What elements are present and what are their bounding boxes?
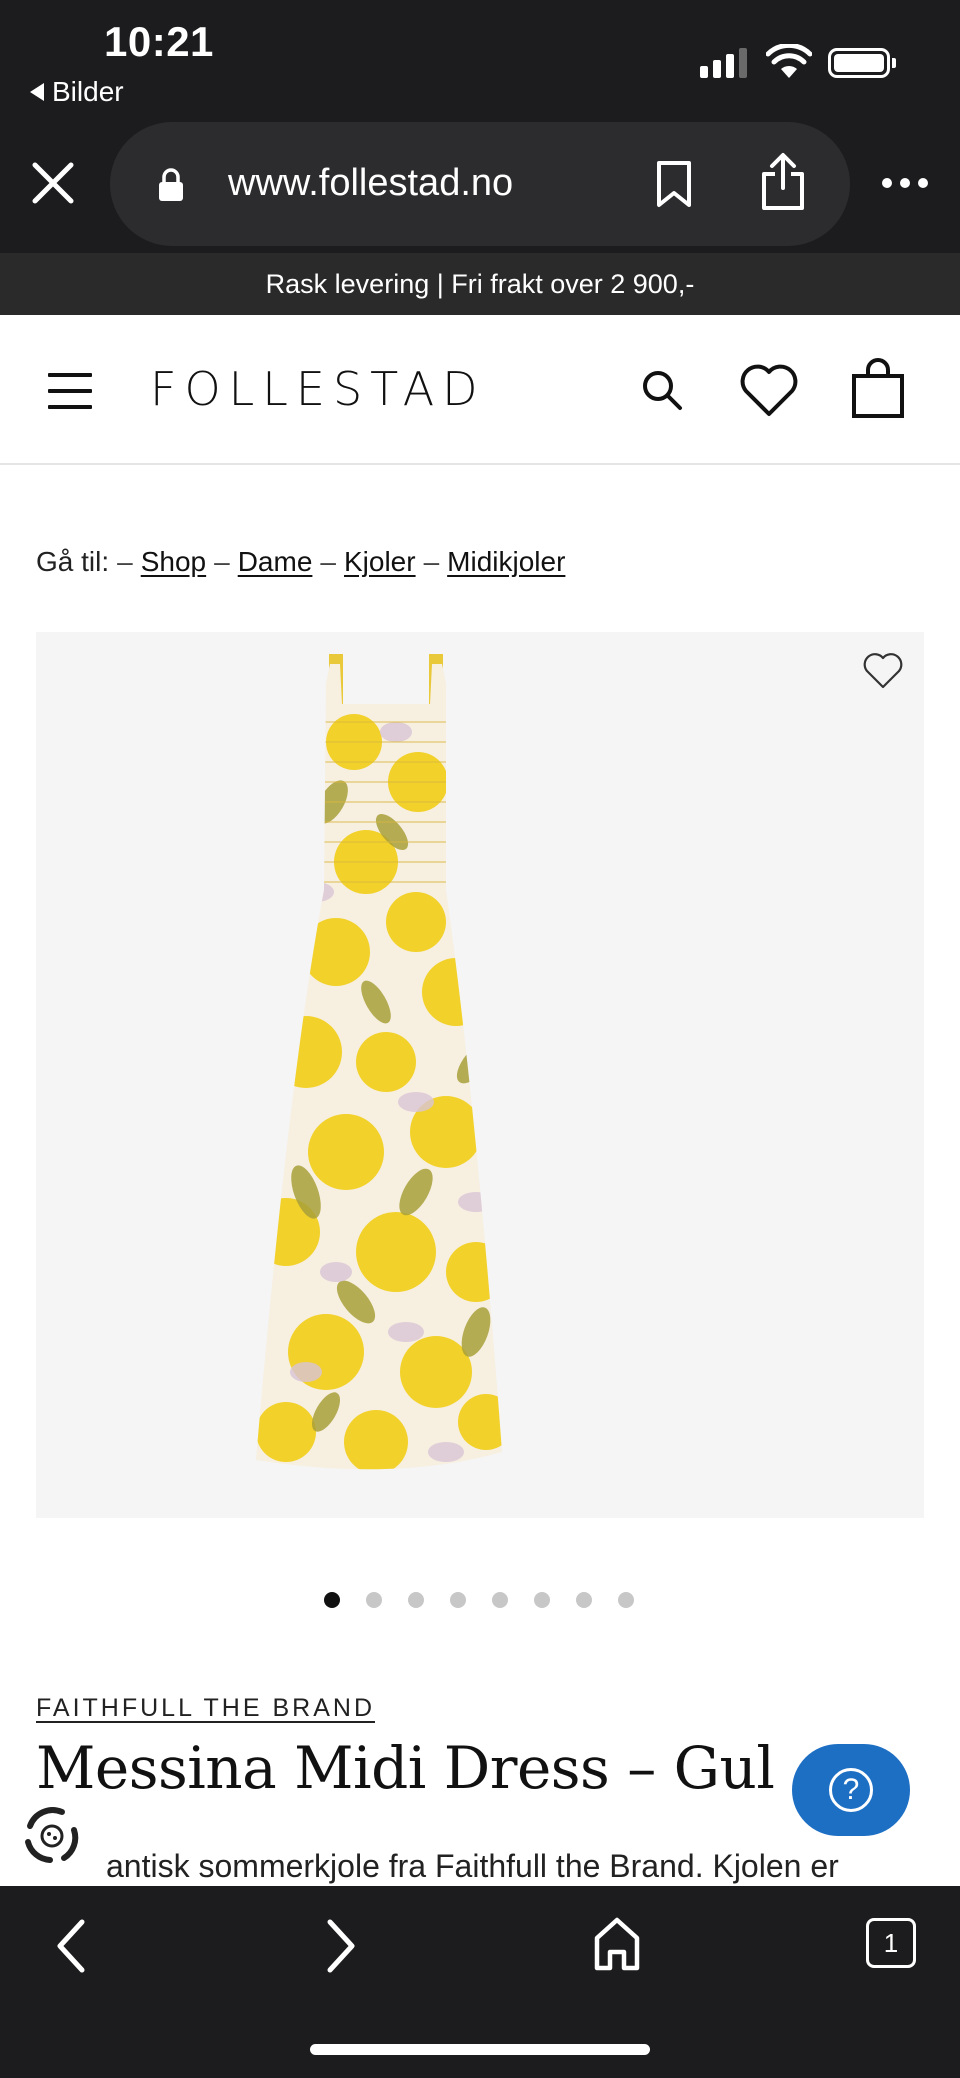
promo-banner: Rask levering | Fri frakt over 2 900,- xyxy=(0,253,960,315)
back-app-label: Bilder xyxy=(52,76,124,107)
menu-icon[interactable] xyxy=(48,373,92,409)
breadcrumb-link-dame[interactable]: Dame xyxy=(238,546,313,578)
breadcrumb-prefix: Gå til: xyxy=(36,546,110,577)
carousel-dot[interactable] xyxy=(324,1592,340,1608)
breadcrumb-link-midikjoler[interactable]: Midikjoler xyxy=(447,546,565,578)
tabs-icon[interactable]: 1 xyxy=(866,1918,916,1968)
forward-icon[interactable] xyxy=(324,1916,360,1976)
back-icon[interactable] xyxy=(52,1916,88,1976)
signal-icon xyxy=(700,48,747,78)
wifi-icon xyxy=(766,44,812,78)
back-to-app-button[interactable]: Bilder xyxy=(30,76,124,108)
bookmark-icon[interactable] xyxy=(654,160,694,208)
product-image[interactable] xyxy=(36,632,924,1518)
site-logo[interactable]: FOLLESTAD xyxy=(150,362,486,416)
lock-icon xyxy=(159,168,183,201)
battery-tip xyxy=(892,58,896,68)
dress-illustration xyxy=(256,654,502,1470)
status-time: 10:21 xyxy=(104,18,214,65)
breadcrumb-separator: – xyxy=(423,546,440,577)
heart-icon[interactable] xyxy=(738,362,800,418)
bag-icon[interactable] xyxy=(850,358,906,420)
more-icon[interactable] xyxy=(882,178,928,188)
carousel-dot[interactable] xyxy=(408,1592,424,1608)
carousel-dot[interactable] xyxy=(366,1592,382,1608)
carousel-dot[interactable] xyxy=(492,1592,508,1608)
carousel-dot[interactable] xyxy=(534,1592,550,1608)
breadcrumb-link-shop[interactable]: Shop xyxy=(141,546,206,578)
breadcrumb: Gå til: – Shop – Dame – Kjoler – Midikjo… xyxy=(36,546,565,578)
carousel-dot[interactable] xyxy=(576,1592,592,1608)
help-chat-button[interactable]: ? xyxy=(792,1744,910,1836)
home-indicator xyxy=(310,2044,650,2055)
close-icon[interactable] xyxy=(30,160,76,206)
breadcrumb-separator: – xyxy=(117,546,133,577)
back-triangle-icon xyxy=(30,83,44,101)
carousel-dot[interactable] xyxy=(618,1592,634,1608)
battery-icon xyxy=(828,48,890,78)
share-icon[interactable] xyxy=(758,152,808,212)
favorite-heart-icon[interactable] xyxy=(862,652,904,690)
product-title: Messina Midi Dress – Gul xyxy=(36,1734,775,1802)
product-description: antisk sommerkjole fra Faithfull the Bra… xyxy=(106,1848,839,1884)
url-text[interactable]: www.follestad.no xyxy=(228,162,513,205)
carousel-dot[interactable] xyxy=(450,1592,466,1608)
carousel-dots[interactable] xyxy=(324,1592,634,1608)
breadcrumb-separator: – xyxy=(320,546,336,577)
breadcrumb-separator: – xyxy=(214,546,230,577)
question-icon: ? xyxy=(829,1768,873,1812)
cookie-settings-icon[interactable] xyxy=(16,1800,88,1872)
breadcrumb-link-kjoler[interactable]: Kjoler xyxy=(344,546,416,578)
brand-link[interactable]: FAITHFULL THE BRAND xyxy=(36,1694,375,1723)
search-icon[interactable] xyxy=(640,368,684,412)
home-icon[interactable] xyxy=(592,1916,642,1972)
